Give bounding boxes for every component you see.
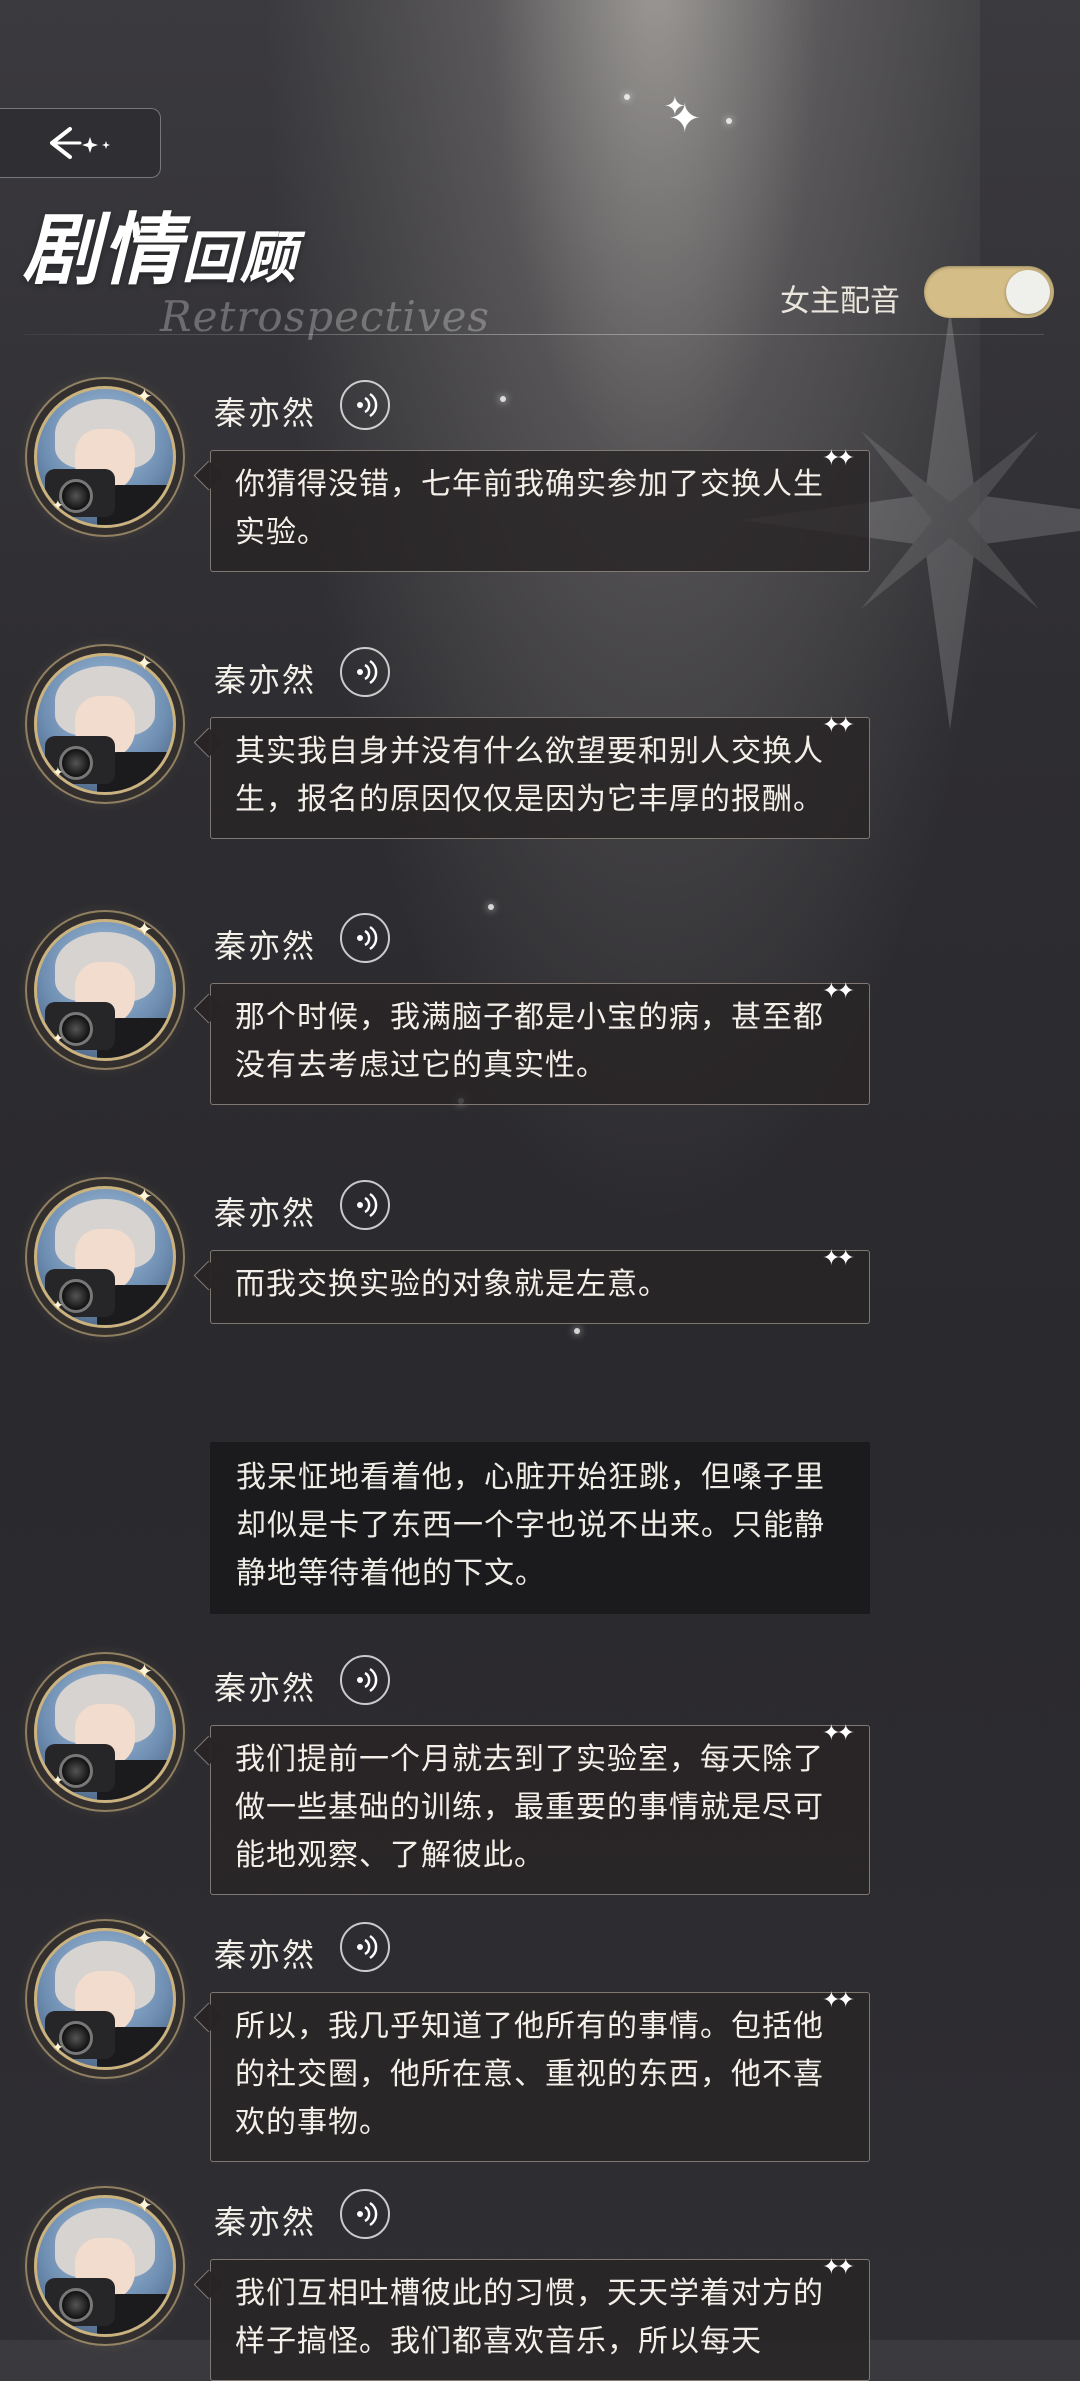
- speaker-name: 秦亦然: [214, 661, 317, 699]
- sparkle-icon: ✦: [52, 498, 64, 514]
- star-dot: [574, 1328, 580, 1334]
- sparkle-icon: ✦✦: [822, 1721, 855, 1746]
- star-dot: [624, 94, 630, 100]
- dialogue-bubble: ✦✦ 我们提前一个月就去到了实验室，每天除了做一些基础的训练，最重要的事情就是尽可…: [210, 1721, 870, 1895]
- toggle-knob: [1006, 270, 1050, 314]
- speaker-wave-icon: [357, 2201, 378, 2227]
- sparkle-icon: ✦: [136, 1659, 153, 1683]
- sparkle-icon: ✦: [668, 96, 702, 142]
- sparkle-icon: ✦: [136, 2193, 153, 2217]
- speaker-wave-icon: [357, 1667, 378, 1693]
- speaker-wave-icon: [357, 392, 378, 418]
- dialogue-bubble: ✦✦ 那个时候，我满脑子都是小宝的病，甚至都没有去考虑过它的真实性。: [210, 979, 870, 1105]
- dialogue-bubble: ✦✦ 其实我自身并没有什么欲望要和别人交换人生，报名的原因仅仅是因为它丰厚的报酬。: [210, 713, 870, 839]
- sparkle-icon: ✦: [136, 384, 153, 408]
- sparkle-icon: ✦: [136, 1184, 153, 1208]
- sparkle-icon: ✦: [664, 92, 686, 122]
- dialogue-bubble: ✦✦ 所以，我几乎知道了他所有的事情。包括他的社交圈，他所在意、重视的东西，他不喜…: [210, 1988, 870, 2162]
- speaker-name: 秦亦然: [214, 2203, 317, 2241]
- dialogue-bubble: ✦✦ 你猜得没错，七年前我确实参加了交换人生实验。: [210, 446, 870, 572]
- sparkle-icon: ✦: [52, 1031, 64, 1047]
- play-voice-button[interactable]: [340, 913, 390, 963]
- speaker-name: 秦亦然: [214, 1194, 317, 1232]
- speaker-name: 秦亦然: [214, 394, 317, 432]
- dialogue-text: 你猜得没错，七年前我确实参加了交换人生实验。: [235, 467, 824, 550]
- dialogue-text: 其实我自身并没有什么欲望要和别人交换人生，报名的原因仅仅是因为它丰厚的报酬。: [235, 734, 824, 817]
- narration-text: 我呆怔地看着他，心脏开始狂跳，但嗓子里却似是卡了东西一个字也说不出来。只能静静地…: [236, 1460, 825, 1591]
- voice-toggle[interactable]: [924, 266, 1054, 318]
- speaker-name: 秦亦然: [214, 1936, 317, 1974]
- speaker-wave-icon: [357, 925, 378, 951]
- play-voice-button[interactable]: [340, 1922, 390, 1972]
- play-voice-button[interactable]: [340, 380, 390, 430]
- star-dot: [488, 904, 494, 910]
- speaker-wave-icon: [357, 1934, 378, 1960]
- sparkle-icon: ✦: [52, 1773, 64, 1789]
- page-title: 剧情回顾: [22, 212, 298, 290]
- play-voice-button[interactable]: [340, 647, 390, 697]
- play-voice-button[interactable]: [340, 1655, 390, 1705]
- play-voice-button[interactable]: [340, 2189, 390, 2239]
- sparkle-icon: ✦✦: [822, 979, 855, 1004]
- dialogue-text: 那个时候，我满脑子都是小宝的病，甚至都没有去考虑过它的真实性。: [235, 1000, 824, 1083]
- narration-box: 我呆怔地看着他，心脏开始狂跳，但嗓子里却似是卡了东西一个字也说不出来。只能静静地…: [210, 1442, 870, 1614]
- play-voice-button[interactable]: [340, 1180, 390, 1230]
- sparkle-icon: ✦✦: [822, 446, 855, 471]
- speaker-wave-icon: [357, 1192, 378, 1218]
- sparkle-icon: ✦: [136, 651, 153, 675]
- sparkle-icon: ✦: [52, 2040, 64, 2056]
- avatar[interactable]: [34, 2195, 176, 2337]
- sparkle-icon: ✦: [136, 917, 153, 941]
- sparkle-icon: ✦✦: [822, 2255, 855, 2280]
- back-arrow-icon: [50, 127, 110, 159]
- star-dot: [726, 118, 732, 124]
- star-dot: [500, 396, 506, 402]
- sparkle-icon: ✦: [52, 1298, 64, 1314]
- back-button[interactable]: [0, 108, 161, 178]
- speaker-wave-icon: [357, 659, 378, 685]
- speaker-name: 秦亦然: [214, 1669, 317, 1707]
- voice-toggle-label: 女主配音: [780, 284, 900, 319]
- dialogue-text: 所以，我几乎知道了他所有的事情。包括他的社交圈，他所在意、重视的东西，他不喜欢的…: [235, 2009, 824, 2140]
- dialogue-text: 我们提前一个月就去到了实验室，每天除了做一些基础的训练，最重要的事情就是尽可能地…: [235, 1742, 824, 1873]
- sparkle-icon: ✦✦: [822, 1246, 855, 1271]
- sparkle-icon: ✦: [136, 1926, 153, 1950]
- dialogue-bubble: ✦✦ 我们互相吐槽彼此的习惯，天天学着对方的样子搞怪。我们都喜欢音乐，所以每天: [210, 2255, 870, 2381]
- speaker-name: 秦亦然: [214, 927, 317, 965]
- dialogue-text: 我们互相吐槽彼此的习惯，天天学着对方的样子搞怪。我们都喜欢音乐，所以每天: [235, 2276, 824, 2359]
- sparkle-icon: ✦✦: [822, 1988, 855, 2013]
- title-small: 回顾: [182, 225, 299, 291]
- sparkle-icon: ✦: [52, 765, 64, 781]
- dialogue-text: 而我交换实验的对象就是左意。: [235, 1267, 669, 1302]
- title-main: 剧情: [22, 205, 183, 296]
- sparkle-icon: ✦✦: [822, 713, 855, 738]
- dialogue-bubble: ✦✦ 而我交换实验的对象就是左意。: [210, 1246, 870, 1324]
- header-divider: [24, 334, 1044, 335]
